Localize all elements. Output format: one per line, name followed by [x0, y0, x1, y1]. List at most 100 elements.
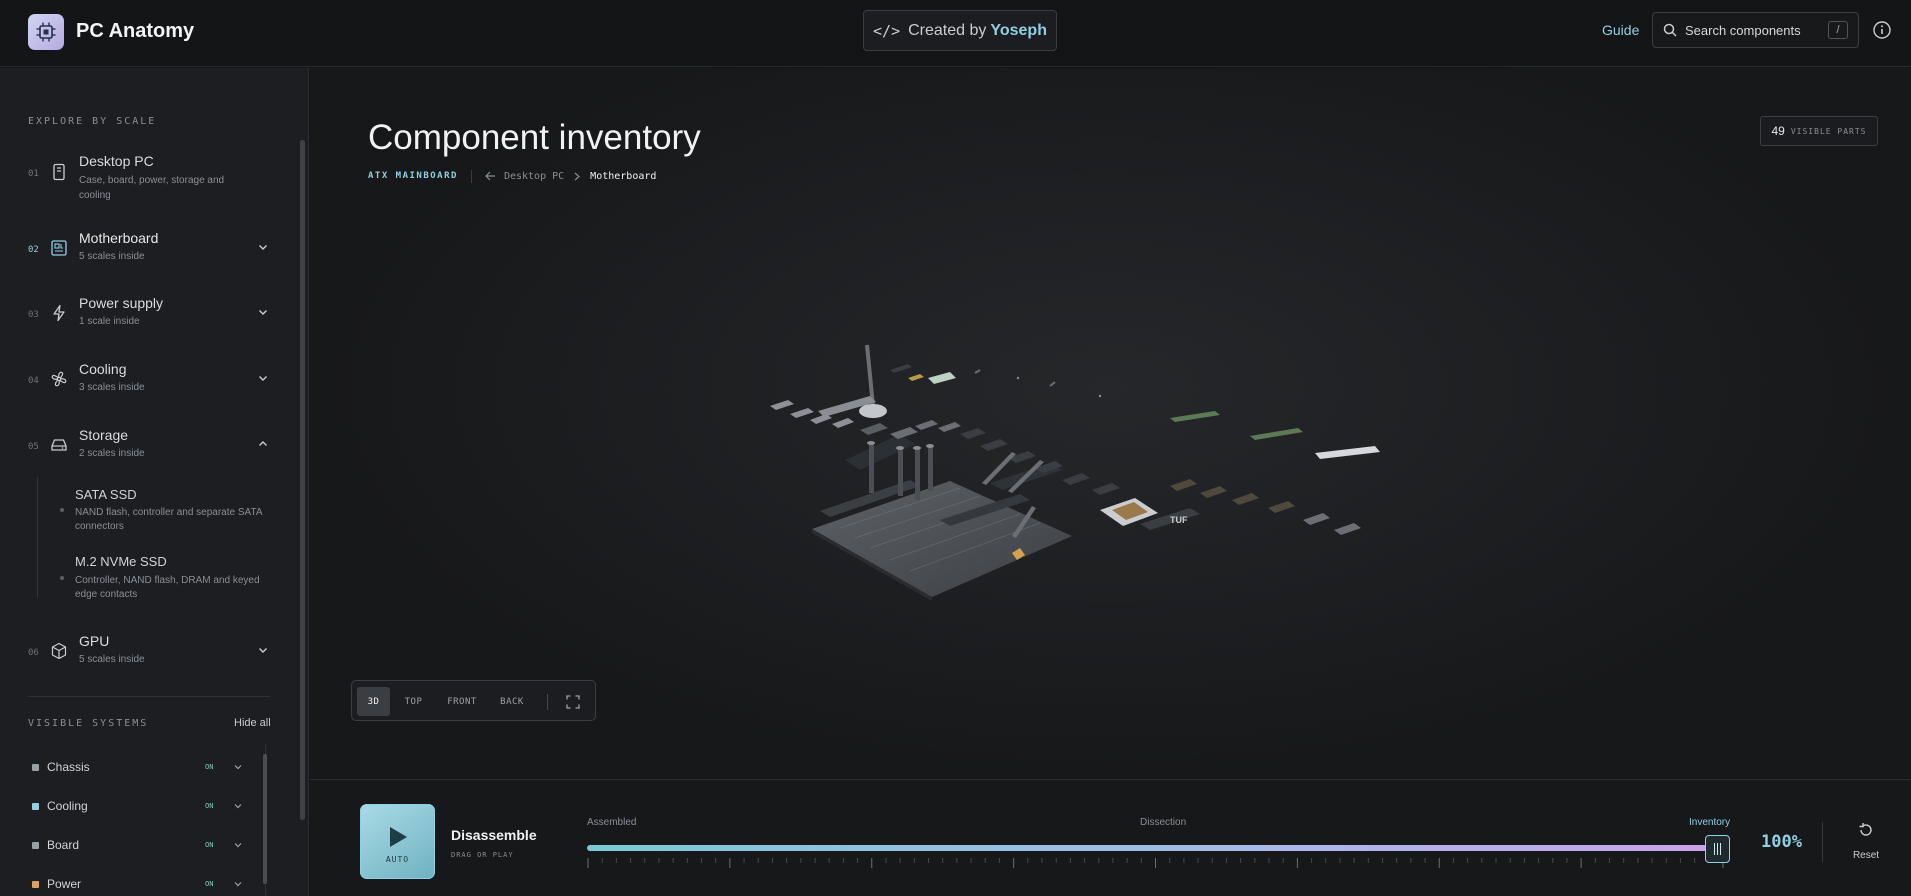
visible-parts-label: VISIBLE PARTS [1790, 126, 1867, 136]
visible-parts-badge: 49 VISIBLE PARTS [1760, 116, 1878, 146]
system-toggle[interactable]: ON [205, 880, 213, 888]
scale-item-power-supply[interactable]: 03 Power supply 1 scale inside [0, 293, 295, 343]
chevron-down-icon[interactable] [233, 879, 243, 889]
chevron-down-icon[interactable] [257, 644, 269, 656]
scale-subtitle: 5 scales inside [79, 251, 145, 262]
disassemble-hint: DRAG OR PLAY [451, 851, 514, 859]
system-row-chassis[interactable]: Chassis ON [30, 758, 245, 778]
system-toggle[interactable]: ON [205, 763, 213, 771]
scale-item-desktop-pc[interactable]: 01 Desktop PC Case, board, power, storag… [0, 150, 295, 210]
scale-title: Cooling [79, 361, 127, 377]
scale-number: 03 [28, 310, 39, 320]
storage-children-line [37, 477, 38, 597]
scale-number: 01 [28, 169, 39, 179]
system-color-swatch [32, 842, 39, 849]
guide-link[interactable]: Guide [1602, 22, 1639, 38]
credit-badge[interactable]: </> Created by Yoseph [863, 10, 1057, 51]
sidebar-divider [28, 696, 270, 697]
page-title: Component inventory [368, 118, 701, 157]
breadcrumb-divider [470, 169, 472, 183]
chevron-down-icon[interactable] [257, 241, 269, 253]
view-controls: 3D TOP FRONT BACK [351, 680, 596, 721]
progress-handle[interactable] [1705, 835, 1730, 863]
cpu-socket[interactable]: TUF [1100, 498, 1200, 530]
disassemble-title: Disassemble [451, 827, 537, 843]
search-box[interactable]: / [1652, 12, 1859, 48]
reset-button[interactable]: Reset [1846, 820, 1886, 864]
reset-label: Reset [1852, 850, 1880, 861]
chevron-right-icon [574, 172, 581, 180]
code-icon: </> [873, 21, 901, 40]
system-name: Board [47, 838, 80, 852]
scale-subtitle: 3 scales inside [79, 382, 145, 393]
ram-modules[interactable] [1170, 411, 1380, 459]
view-top-button[interactable]: TOP [397, 687, 430, 716]
tower-icon [53, 163, 65, 181]
explore-label: EXPLORE BY SCALE [28, 116, 157, 127]
breadcrumb-current: Motherboard [590, 170, 657, 182]
system-name: Power [47, 877, 82, 891]
scale-subtitle: 2 scales inside [79, 448, 145, 459]
hide-all-button[interactable]: Hide all [234, 717, 271, 729]
scale-item-storage[interactable]: 05 Storage 2 scales inside [0, 425, 295, 475]
auto-play-button[interactable]: AUTO [360, 804, 435, 879]
app-header: PC Anatomy </> Created by Yoseph Guide / [0, 0, 1911, 67]
view-front-button[interactable]: FRONT [440, 687, 484, 716]
breadcrumb-desktop-pc[interactable]: Desktop PC [504, 171, 564, 182]
scale-item-motherboard[interactable]: 02 Motherboard 5 scales inside [0, 228, 295, 278]
pcb-board[interactable] [812, 481, 1072, 601]
scale-number: 06 [28, 648, 39, 658]
system-color-swatch [32, 881, 39, 888]
chevron-down-icon[interactable] [257, 306, 269, 318]
fullscreen-icon[interactable] [566, 695, 580, 709]
scale-title: Desktop PC [79, 153, 154, 169]
chip-logo-icon[interactable] [28, 14, 64, 50]
system-name: Cooling [47, 799, 88, 813]
system-toggle[interactable]: ON [205, 802, 213, 810]
storage-child-title: M.2 NVMe SSD [75, 554, 167, 569]
scale-title: Power supply [79, 295, 164, 311]
progress-track[interactable] [587, 845, 1724, 851]
power-connectors[interactable] [1170, 479, 1361, 535]
exploded-motherboard-view[interactable]: TUF [750, 268, 1390, 648]
bottom-divider [1822, 822, 1823, 862]
credit-name: Yoseph [990, 21, 1047, 39]
chevron-down-icon[interactable] [257, 372, 269, 384]
reset-icon [1859, 823, 1872, 836]
drive-icon [51, 439, 67, 451]
search-icon [1663, 23, 1677, 37]
bullet-dot [60, 508, 64, 512]
system-name: Chassis [47, 760, 90, 774]
view-3d-button[interactable]: 3D [357, 687, 390, 716]
chevron-down-icon[interactable] [233, 801, 243, 811]
scale-number: 04 [28, 376, 39, 386]
stage-label-assembled[interactable]: Assembled [587, 817, 636, 828]
system-row-cooling[interactable]: Cooling ON [30, 797, 245, 817]
system-row-power[interactable]: Power ON [30, 875, 245, 895]
stage-label-inventory[interactable]: Inventory [1689, 817, 1730, 828]
systems-scrollbar[interactable] [263, 754, 267, 884]
chevron-up-icon[interactable] [257, 438, 269, 450]
scale-tag: ATX MAINBOARD [368, 171, 458, 181]
storage-child-desc: NAND flash, controller and separate SATA… [75, 507, 262, 532]
stage-label-dissection[interactable]: Dissection [1140, 817, 1186, 828]
breadcrumb: ATX MAINBOARD Desktop PC Motherboard [368, 169, 656, 183]
system-row-board[interactable]: Board ON [30, 836, 245, 856]
search-input[interactable] [1685, 22, 1815, 38]
chevron-down-icon[interactable] [233, 840, 243, 850]
scale-subtitle: Case, board, power, storage and cooling [79, 175, 225, 201]
chevron-down-icon[interactable] [233, 762, 243, 772]
arrow-left-icon[interactable] [485, 171, 496, 181]
scale-title: GPU [79, 633, 110, 649]
cube-icon [51, 642, 67, 660]
sidebar-scrollbar[interactable] [300, 140, 305, 820]
scale-item-cooling[interactable]: 04 Cooling 3 scales inside [0, 359, 295, 409]
app-title[interactable]: PC Anatomy [76, 20, 194, 43]
scale-item-gpu[interactable]: 06 GPU 5 scales inside [0, 631, 295, 681]
system-color-swatch [32, 803, 39, 810]
search-shortcut-key: / [1828, 21, 1848, 39]
info-icon[interactable] [1872, 20, 1892, 40]
system-toggle[interactable]: ON [205, 841, 213, 849]
small-parts[interactable] [890, 364, 1102, 398]
view-back-button[interactable]: BACK [492, 687, 532, 716]
